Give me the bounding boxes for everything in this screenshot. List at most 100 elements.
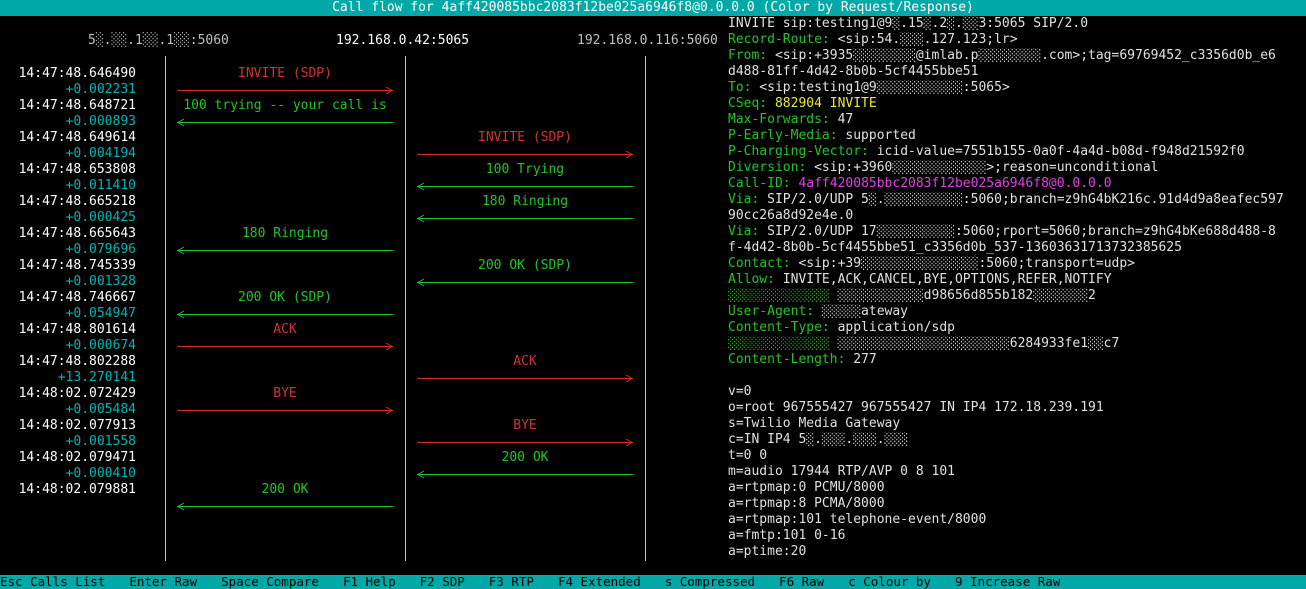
raw-line: c=IN IP4 5░.░░░.░░░.░░░ [728,432,1306,448]
sip-message-response[interactable]: 200 OK (SDP) [417,258,633,290]
sip-message-response[interactable]: 200 OK [417,450,633,482]
time-delta: +0.079696 [65,242,136,257]
raw-line: a=fmtp:101 0-16 [728,528,1306,544]
sip-message-request[interactable]: ACK [417,354,633,386]
timestamp[interactable]: 14:47:48.665643 [0,226,136,242]
timestamp[interactable]: 14:48:02.072429 [0,386,136,402]
sip-message-request[interactable]: ACK [177,322,393,354]
timestamp[interactable]: 14:47:48.648721 [0,98,136,114]
host-label-0: 5░.░░.1░░.1░░:5060 [88,33,229,48]
shortcut-hint[interactable]: s Compressed [665,574,755,589]
shortcut-hint[interactable]: c Colour by [848,574,931,589]
raw-line-key: a=rtpmap:101 telephone-event/8000 [728,512,987,527]
message-label: BYE [513,418,537,433]
raw-line: To: <sip:testing1@9░░░░░░░░░░░:5065> [728,80,1306,96]
raw-line: ░░░░░░░░░░░░░ ░░░░░░░░░░░d98656d855b182░… [728,288,1306,304]
sip-message-response[interactable]: 100 trying -- your call is [177,98,393,130]
timestamp[interactable]: 14:48:02.077913 [0,418,136,434]
raw-line: Record-Route: <sip:54.░░░.127.123;lr> [728,32,1306,48]
shortcut-hint[interactable]: F2 SDP [420,574,465,589]
raw-line: a=rtpmap:101 telephone-event/8000 [728,512,1306,528]
shortcut-hint[interactable]: F4 Extended [558,574,641,589]
call-flow-diagram: 5░.░░.1░░.1░░:5060 192.168.0.42:5065 192… [0,16,724,561]
raw-line: INVITE sip:testing1@9░.15░.2░.░░3:5065 S… [728,16,1306,32]
time-delta: +0.001558 [65,434,136,449]
raw-line-key: CSeq: [728,96,768,111]
raw-line-key: Content-Length: [728,352,846,367]
raw-line-key: Max-Forwards: [728,112,830,127]
raw-line: P-Charging-Vector: icid-value=7551b155-0… [728,144,1306,160]
sip-message-request[interactable]: INVITE (SDP) [177,66,393,98]
message-label: 180 Ringing [481,194,569,209]
raw-line-key: Diversion: [728,160,807,175]
message-label: 200 OK [501,450,549,465]
timestamp[interactable]: 14:48:02.079471 [0,450,136,466]
raw-line-value: <sip:testing1@9░░░░░░░░░░░:5065> [751,80,1010,95]
shortcut-hint[interactable]: F1 Help [343,574,396,589]
host-label-1: 192.168.0.42:5065 [336,33,470,48]
lifeline-0 [165,56,166,561]
timestamp[interactable]: 14:47:48.745339 [0,258,136,274]
shortcut-hint[interactable]: Esc Calls List [0,574,105,589]
shortcut-hint[interactable]: F3 RTP [489,574,534,589]
timestamp[interactable]: 14:47:48.653808 [0,162,136,178]
raw-line-key: a=fmtp:101 0-16 [728,528,846,543]
shortcut-hint[interactable]: F6 Raw [779,574,824,589]
timestamp[interactable]: 14:47:48.665218 [0,194,136,210]
raw-line-value: 277 [845,352,877,367]
timestamp[interactable]: 14:47:48.646490 [0,66,136,82]
raw-line-value: 47 [829,112,854,127]
raw-line-value: <sip:+39░░░░░░░░░░░░░░░:5060;transport=u… [790,256,1135,271]
raw-line [728,368,1306,384]
raw-line-key: Contact: [728,256,791,271]
raw-line-value: supported [837,128,916,143]
time-delta: +0.001328 [65,274,136,289]
sip-message-response[interactable]: 100 Trying [417,162,633,194]
raw-line-key: INVITE sip:testing1@9░.15░.2░.░░3:5065 S… [728,16,1089,31]
shortcut-hint[interactable]: 9 Increase Raw [955,574,1060,589]
raw-line-value: SIP/2.0/UDP 17░░░░░░░░░░:5060;rport=5060… [759,224,1276,239]
sip-message-request[interactable]: BYE [177,386,393,418]
arrow-left-icon [177,118,393,127]
timestamp[interactable]: 14:47:48.649614 [0,130,136,146]
raw-line: Max-Forwards: 47 [728,112,1306,128]
timestamp[interactable]: 14:48:02.079881 [0,482,136,498]
raw-line-key: Content-Type: [728,320,830,335]
timestamp[interactable]: 14:47:48.746667 [0,290,136,306]
raw-line: ░░░░░░░░░░░░░ ░░░░░░░░░░░░░░░░░░░░░░6284… [728,336,1306,352]
lifeline-2 [645,56,646,561]
sip-message-response[interactable]: 180 Ringing [177,226,393,258]
sip-message-response[interactable]: 180 Ringing [417,194,633,226]
shortcut-hint[interactable]: Space Compare [221,574,319,589]
raw-line: s=Twilio Media Gateway [728,416,1306,432]
raw-line-key: t=0 0 [728,448,768,463]
raw-line-key: User-Agent: [728,304,815,319]
time-delta: +0.000674 [65,338,136,353]
raw-line-key: Record-Route: [728,32,830,47]
lifeline-1 [405,56,406,561]
sip-message-request[interactable]: INVITE (SDP) [417,130,633,162]
raw-line-key: Call-ID: [728,176,791,191]
host-label-2: 192.168.0.116:5060 [577,33,718,48]
shortcut-hint[interactable]: Enter Raw [129,574,197,589]
message-label: ACK [513,354,537,369]
sip-message-request[interactable]: BYE [417,418,633,450]
raw-line-key: s=Twilio Media Gateway [728,416,901,431]
sip-message-response[interactable]: 200 OK (SDP) [177,290,393,322]
raw-line: a=ptime:20 [728,544,1306,560]
raw-line: CSeq: 882904 INVITE [728,96,1306,112]
arrow-right-icon [177,342,393,351]
raw-line: a=rtpmap:8 PCMA/8000 [728,496,1306,512]
raw-line: t=0 0 [728,448,1306,464]
time-delta: +0.000893 [65,114,136,129]
arrow-right-icon [417,150,633,159]
timestamp[interactable]: 14:47:48.801614 [0,322,136,338]
raw-line-key: Allow: [728,272,775,287]
raw-line: Call-ID: 4aff420085bbc2083f12be025a6946f… [728,176,1306,192]
message-label: ACK [273,322,297,337]
raw-line-value: <sip:54.░░░.127.123;lr> [829,32,1018,47]
sip-message-response[interactable]: 200 OK [177,482,393,514]
timestamp[interactable]: 14:47:48.802288 [0,354,136,370]
raw-line-key: a=rtpmap:8 PCMA/8000 [728,496,885,511]
message-label: 100 Trying [485,162,565,177]
